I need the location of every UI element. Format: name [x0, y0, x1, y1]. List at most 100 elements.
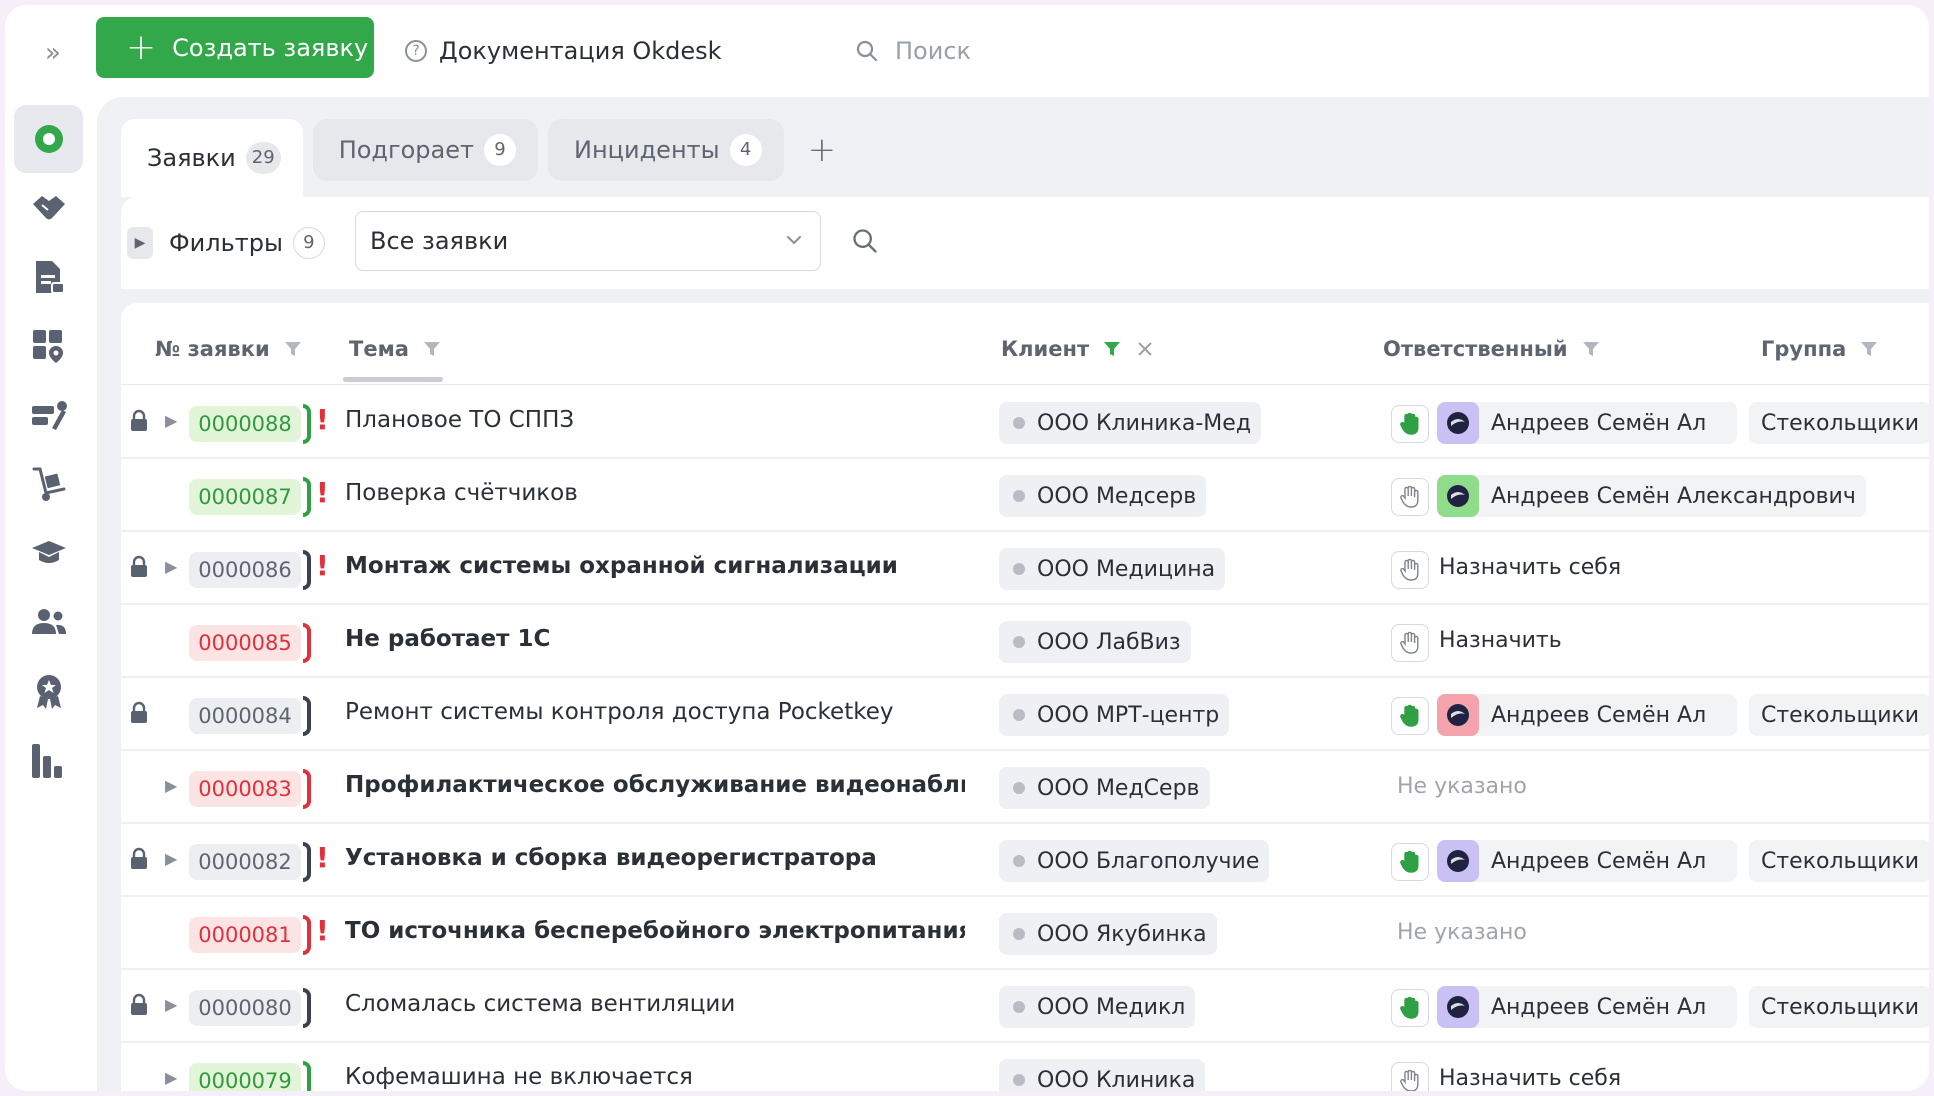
column-header-group[interactable]: Группа — [1761, 337, 1878, 361]
client-name: ООО Клиника-Мед — [1037, 410, 1252, 436]
ticket-number[interactable]: 0000081 — [189, 917, 301, 953]
take-ticket-hand-icon[interactable] — [1391, 405, 1429, 443]
client-chip[interactable]: ООО МРТ-центр — [999, 694, 1230, 736]
sidebar-item-clients[interactable] — [14, 174, 83, 242]
table-row[interactable]: ▶ 0000086! Монтаж системы охранной сигнали… — [121, 533, 1929, 605]
expand-row-icon[interactable]: ▶ — [165, 557, 177, 576]
assignee-chip[interactable]: Андреев Семён Ал — [1437, 694, 1737, 736]
tab-tickets[interactable]: Заявки 29 — [121, 119, 303, 197]
sidebar-item-employees[interactable] — [14, 588, 83, 656]
sidebar-item-awards[interactable] — [14, 657, 83, 725]
client-chip[interactable]: ООО Клиника-Мед — [999, 402, 1262, 444]
ticket-subject[interactable]: Установка и сборка видеорегистратора — [345, 845, 965, 871]
expand-row-icon[interactable]: ▶ — [165, 411, 177, 430]
assignee-chip[interactable]: Андреев Семён Ал — [1437, 402, 1737, 444]
global-search[interactable]: Поиск — [855, 33, 971, 69]
take-ticket-hand-icon[interactable] — [1391, 624, 1429, 662]
column-header-number[interactable]: № заявки — [155, 337, 302, 361]
take-ticket-hand-icon[interactable] — [1391, 989, 1429, 1027]
group-chip[interactable]: Стекольщики — [1749, 694, 1929, 736]
expand-row-icon[interactable]: ▶ — [165, 776, 177, 795]
tab-burning[interactable]: Подгорает 9 — [312, 119, 538, 181]
ticket-subject[interactable]: Поверка счётчиков — [345, 480, 965, 506]
client-chip[interactable]: ООО Медсерв — [999, 475, 1207, 517]
assignee-chip[interactable]: Андреев Семён Ал — [1437, 986, 1737, 1028]
filter-icon[interactable] — [423, 340, 441, 358]
table-row[interactable]: ▶ 0000083 Профилактическое обслуживание ви… — [121, 752, 1929, 824]
table-row[interactable]: 0000084 Ремонт системы контроля доступа P… — [121, 679, 1929, 751]
assignee-chip[interactable]: Андреев Семён Ал — [1437, 840, 1737, 882]
table-row[interactable]: ▶ 0000079 Кофемашина не включается ООО Клин… — [121, 1044, 1929, 1091]
ticket-number[interactable]: 0000084 — [189, 698, 301, 734]
filter-icon[interactable] — [1860, 340, 1878, 358]
sidebar-item-knowledge-base[interactable] — [14, 519, 83, 587]
create-ticket-button[interactable]: + Создать заявку — [96, 17, 374, 78]
take-ticket-hand-icon[interactable] — [1391, 843, 1429, 881]
client-chip[interactable]: ООО Медицина — [999, 548, 1226, 590]
assign-self-link[interactable]: Назначить себя — [1439, 1066, 1621, 1091]
sidebar-item-tickets[interactable] — [14, 105, 83, 173]
column-header-subject[interactable]: Тема — [349, 337, 441, 361]
group-chip[interactable]: Стекольщики — [1749, 402, 1929, 444]
client-chip[interactable]: ООО Медикл — [999, 986, 1196, 1028]
sidebar-item-documents[interactable] — [14, 243, 83, 311]
filters-label[interactable]: Фильтры 9 — [169, 227, 325, 259]
ticket-subject[interactable]: ТО источника бесперебойного электропитан… — [345, 918, 965, 944]
sidebar-item-reports[interactable] — [14, 726, 83, 794]
ticket-subject[interactable]: Ремонт системы контроля доступа Pocketke… — [345, 699, 965, 725]
ticket-number[interactable]: 0000080 — [189, 990, 301, 1026]
filter-active-icon[interactable] — [1103, 340, 1121, 358]
table-row[interactable]: 0000087! Поверка счётчиков ООО Медсерв Андр… — [121, 460, 1929, 532]
expand-sidebar-icon[interactable]: » — [33, 35, 73, 71]
tab-incidents[interactable]: Инциденты 4 — [548, 119, 784, 181]
filter-icon[interactable] — [1582, 340, 1600, 358]
filter-preset-select[interactable]: Все заявки — [355, 211, 821, 271]
client-chip[interactable]: ООО Благополучие — [999, 840, 1270, 882]
table-row[interactable]: 0000085 Не работает 1С ООО ЛабВиз Назначить — [121, 606, 1929, 678]
column-header-client[interactable]: Клиент — [1001, 337, 1153, 361]
ticket-number[interactable]: 0000079 — [189, 1063, 301, 1091]
sidebar-item-warehouse[interactable] — [14, 450, 83, 518]
column-header-assignee[interactable]: Ответственный — [1383, 337, 1600, 361]
ticket-number[interactable]: 0000082 — [189, 844, 301, 880]
client-chip[interactable]: ООО Клиника — [999, 1059, 1206, 1091]
ticket-number[interactable]: 0000086 — [189, 552, 301, 588]
ticket-subject[interactable]: Сломалась система вентиляции — [345, 991, 965, 1017]
take-ticket-hand-icon[interactable] — [1391, 551, 1429, 589]
group-chip[interactable]: Стекольщики — [1749, 986, 1929, 1028]
client-chip[interactable]: ООО ЛабВиз — [999, 621, 1191, 663]
ticket-number[interactable]: 0000085 — [189, 625, 301, 661]
assignee-chip[interactable]: Андреев Семён Александрович — [1437, 475, 1866, 517]
ticket-subject[interactable]: Профилактическое обслуживание видеонаблю… — [345, 772, 965, 798]
client-chip[interactable]: ООО Якубинка — [999, 913, 1217, 955]
expand-row-icon[interactable]: ▶ — [165, 995, 177, 1014]
table-row[interactable]: ▶ 0000082! Установка и сборка видеорегистр… — [121, 825, 1929, 897]
group-chip[interactable]: Стекольщики — [1749, 840, 1929, 882]
table-row[interactable]: 0000081! ТО источника бесперебойного элек… — [121, 898, 1929, 970]
table-row[interactable]: ▶ 0000080 Сломалась система вентиляции ООО … — [121, 971, 1929, 1043]
client-chip[interactable]: ООО МедСерв — [999, 767, 1210, 809]
documentation-link[interactable]: ? Документация Okdesk — [405, 33, 722, 69]
ticket-number[interactable]: 0000083 — [189, 771, 301, 807]
ticket-subject[interactable]: Монтаж системы охранной сигнализации — [345, 553, 965, 579]
ticket-subject[interactable]: Плановое ТО СППЗ — [345, 407, 965, 433]
take-ticket-hand-icon[interactable] — [1391, 478, 1429, 516]
take-ticket-hand-icon[interactable] — [1391, 697, 1429, 735]
ticket-number[interactable]: 0000087 — [189, 479, 301, 515]
add-tab-icon[interactable]: + — [794, 119, 851, 193]
assign-self-link[interactable]: Назначить — [1439, 628, 1562, 653]
assign-self-link[interactable]: Назначить себя — [1439, 555, 1621, 580]
expand-row-icon[interactable]: ▶ — [165, 1068, 177, 1087]
ticket-number[interactable]: 0000088 — [189, 406, 301, 442]
expand-row-icon[interactable]: ▶ — [165, 849, 177, 868]
sidebar-item-equipment[interactable] — [14, 381, 83, 449]
sidebar-item-objects[interactable] — [14, 312, 83, 380]
table-row[interactable]: ▶ 0000088! Плановое ТО СППЗ ООО Клиника-Мед… — [121, 387, 1929, 459]
take-ticket-hand-icon[interactable] — [1391, 1062, 1429, 1091]
clear-filter-icon[interactable] — [1137, 341, 1153, 357]
filters-toggle-icon[interactable]: ▶ — [127, 227, 153, 259]
ticket-subject[interactable]: Кофемашина не включается — [345, 1064, 965, 1090]
ticket-subject[interactable]: Не работает 1С — [345, 626, 965, 652]
filter-icon[interactable] — [284, 340, 302, 358]
filter-search-button[interactable] — [851, 227, 879, 259]
